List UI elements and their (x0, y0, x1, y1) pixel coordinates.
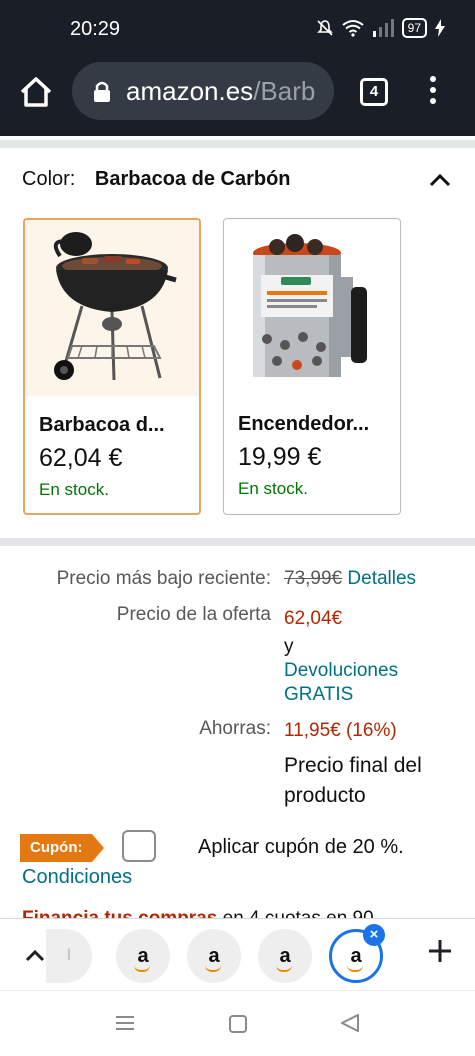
offer-label: Precio de la oferta (116, 604, 271, 625)
status-bar: 20:29 97 (0, 0, 475, 60)
color-label: Color: (22, 168, 76, 190)
coupon-checkbox[interactable] (122, 830, 156, 862)
variant-name: Encendedor... (238, 413, 370, 435)
chevron-up-icon[interactable] (428, 170, 452, 190)
url-path: /Barb (253, 76, 316, 106)
amazon-icon: a (205, 944, 222, 972)
tab-group-bar: l a a a a × (0, 918, 475, 990)
status-icons: 97 (316, 18, 445, 38)
kettle-grill-image (25, 220, 199, 396)
nav-back-icon[interactable] (340, 1013, 360, 1033)
variant-card-barbacoa[interactable]: Barbacoa d... 62,04 € En stock. (23, 218, 201, 515)
free-returns-link-line2[interactable]: GRATIS (284, 684, 353, 706)
recent-low-label: Precio más bajo reciente: (56, 568, 271, 589)
tabs-icon[interactable]: 4 (360, 78, 388, 106)
coupon-text[interactable]: Aplicar cupón de 20 %. (198, 836, 404, 859)
variant-price: 19,99 € (238, 443, 322, 471)
amazon-icon: a (347, 944, 364, 972)
tab-group-tab[interactable]: a (258, 929, 312, 983)
mute-icon (316, 20, 333, 36)
chimney-starter-image (224, 219, 400, 395)
tab-group-tab-partial[interactable]: l (46, 929, 92, 983)
wifi-icon (342, 20, 364, 37)
url-text[interactable]: amazon.es/Barb (126, 76, 315, 107)
color-value: Barbacoa de Carbón (94, 168, 291, 190)
overflow-menu-icon[interactable] (426, 76, 440, 110)
amazon-icon: a (134, 944, 151, 972)
savings-value: 11,95€ (16%) (284, 720, 397, 741)
status-time: 20:29 (70, 18, 121, 40)
url-host: amazon.es (126, 76, 254, 106)
tab-partial-glyph: l (66, 947, 72, 964)
offer-price: 62,04€ (284, 608, 343, 629)
free-returns-link-line1[interactable]: Devoluciones (284, 660, 398, 682)
variant-stock: En stock. (39, 480, 109, 499)
variant-stock: En stock. (238, 479, 308, 498)
recent-low-price: 73,99€ (284, 568, 343, 589)
plus-icon[interactable] (426, 937, 454, 965)
variant-name: Barbacoa d... (39, 414, 165, 436)
recent-low-row: 73,99€ Detalles (284, 568, 416, 590)
color-selector-header[interactable]: Color: Barbacoa de Carbón (22, 168, 452, 198)
chevron-up-icon[interactable] (24, 947, 46, 963)
address-bar[interactable]: amazon.es/Barb (72, 62, 334, 120)
final-price-line2: producto (284, 784, 366, 807)
details-link[interactable]: Detalles (347, 568, 416, 589)
amazon-icon: a (276, 944, 293, 972)
close-icon[interactable]: × (363, 924, 385, 946)
savings-label: Ahorras: (199, 718, 271, 739)
charging-icon (435, 19, 445, 37)
section-divider (0, 538, 475, 546)
variant-card-encendedor[interactable]: Encendedor... 19,99 € En stock. (223, 218, 401, 515)
home-icon[interactable] (18, 74, 54, 110)
battery-icon: 97 (401, 18, 427, 38)
section-divider (0, 140, 475, 148)
browser-toolbar: amazon.es/Barb 4 (0, 60, 475, 136)
system-navigation-bar (0, 990, 475, 1056)
and-text: y (284, 636, 294, 657)
variant-price: 62,04 € (39, 444, 123, 472)
recent-apps-icon[interactable] (116, 1015, 134, 1031)
tab-group-tab[interactable]: a (116, 929, 170, 983)
coupon-badge: Cupón: (20, 834, 106, 862)
signal-icon (372, 19, 394, 37)
coupon-conditions-link[interactable]: Condiciones (22, 866, 132, 889)
tab-group-tab[interactable]: a (187, 929, 241, 983)
lock-icon (94, 81, 110, 102)
nav-home-icon[interactable] (229, 1015, 247, 1033)
final-price-line1: Precio final del (284, 754, 422, 777)
